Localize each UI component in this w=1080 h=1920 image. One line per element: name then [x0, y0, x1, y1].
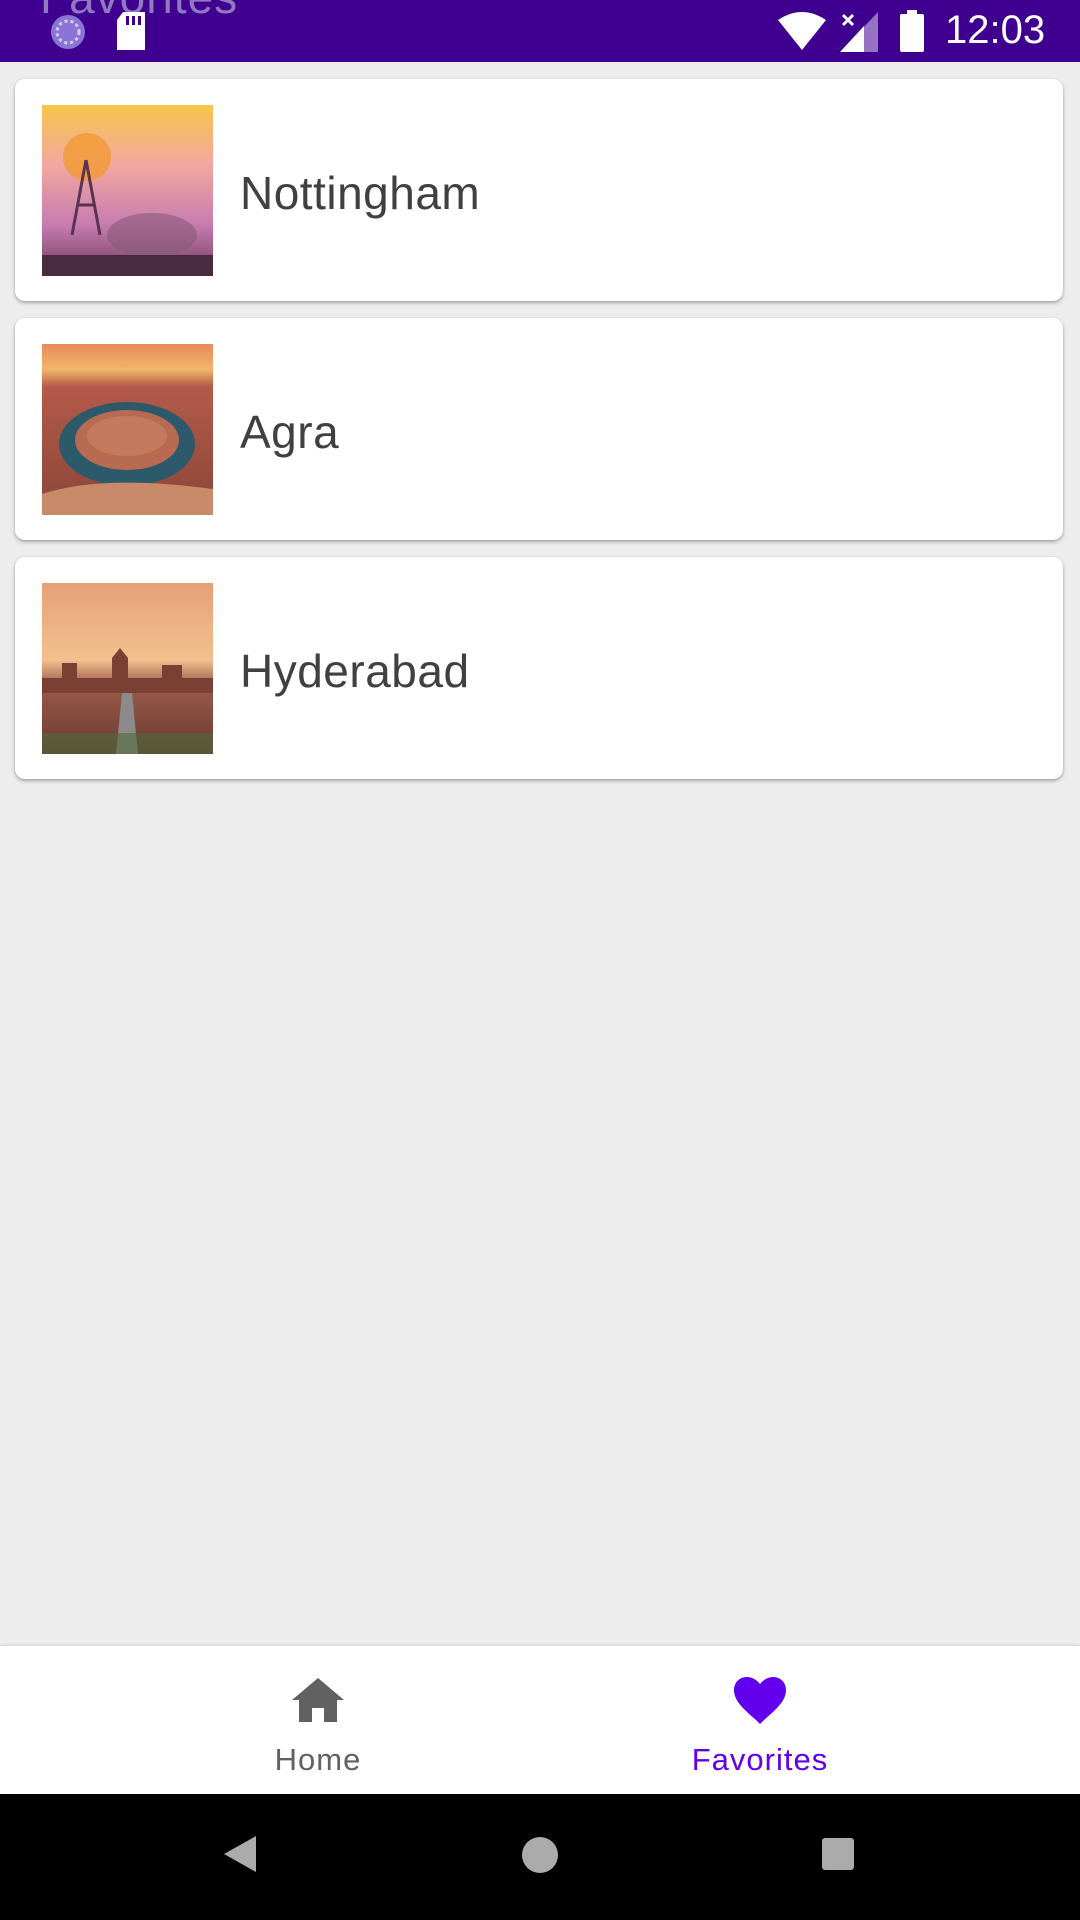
signal-icon — [840, 12, 878, 52]
system-navigation-bar — [0, 1794, 1080, 1920]
favorite-thumbnail — [42, 344, 213, 515]
wifi-icon — [778, 12, 826, 50]
home-icon — [292, 1678, 344, 1722]
windmill-sunset-photo — [42, 105, 213, 276]
sd-card-icon — [117, 12, 145, 50]
heart-icon — [734, 1677, 786, 1724]
bottom-navigation: Home Favorites — [0, 1646, 1080, 1794]
favorite-card[interactable]: Agra — [15, 318, 1063, 540]
favorite-card[interactable]: Nottingham — [15, 79, 1063, 301]
nav-item-favorites[interactable]: Favorites — [490, 1646, 1030, 1794]
favorite-thumbnail — [42, 105, 213, 276]
favorite-title: Nottingham — [240, 167, 481, 219]
status-time: 12:03 — [945, 8, 1046, 52]
favorite-title: Agra — [240, 406, 340, 458]
sync-icon — [51, 15, 85, 49]
home-circle-icon[interactable] — [520, 1835, 560, 1875]
back-icon[interactable] — [222, 1834, 258, 1874]
desert-road-mesas-photo — [42, 583, 213, 754]
favorite-card[interactable]: Hyderabad — [15, 557, 1063, 779]
status-bar: Favorites 12:03 — [0, 0, 1080, 62]
battery-icon — [900, 10, 924, 52]
favorite-thumbnail — [42, 583, 213, 754]
nav-label-favorites: Favorites — [691, 1742, 829, 1777]
favorites-list: Nottingham Agra Hyderabad — [15, 79, 1063, 796]
canyon-river-bend-photo — [42, 344, 213, 515]
favorite-title: Hyderabad — [240, 645, 470, 697]
recents-icon[interactable] — [821, 1837, 855, 1871]
